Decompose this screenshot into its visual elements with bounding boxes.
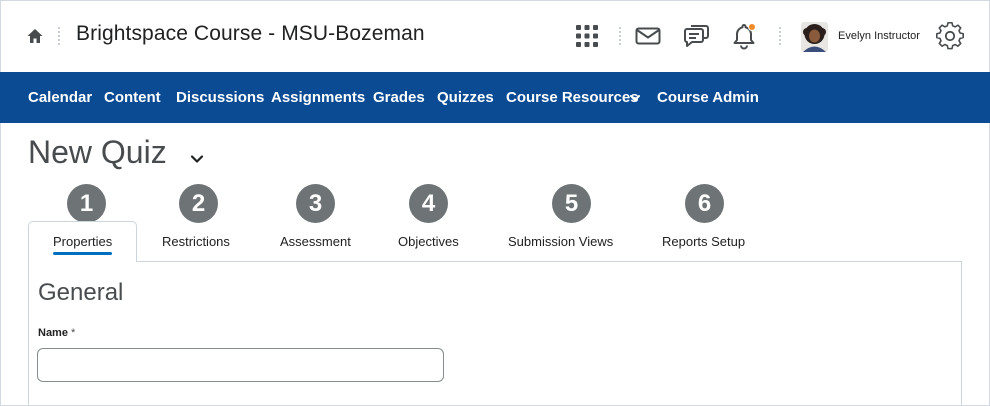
- course-navbar: Calendar Content Discussions Assignments…: [0, 72, 990, 123]
- user-name[interactable]: Evelyn Instructor: [838, 30, 920, 42]
- name-label-text: Name: [38, 327, 68, 339]
- mail-icon[interactable]: [634, 22, 662, 50]
- tab-properties-label[interactable]: Properties: [53, 234, 112, 249]
- step-badge: 1: [67, 184, 106, 223]
- step-badge: 6: [685, 184, 724, 223]
- settings-gear-icon[interactable]: [936, 22, 964, 50]
- step-badge: 4: [409, 184, 448, 223]
- step-badge: 2: [179, 184, 218, 223]
- header-divider: [619, 27, 621, 45]
- nav-item-discussions[interactable]: Discussions: [176, 89, 264, 106]
- tab-submission-views[interactable]: Submission Views: [508, 234, 613, 249]
- step-badge: 5: [552, 184, 591, 223]
- avatar[interactable]: [801, 22, 828, 52]
- home-icon[interactable]: [26, 27, 44, 45]
- chevron-down-icon[interactable]: [629, 94, 641, 102]
- tab-objectives[interactable]: Objectives: [398, 234, 459, 249]
- nav-item-content[interactable]: Content: [104, 89, 161, 106]
- chevron-down-icon[interactable]: [190, 154, 204, 164]
- top-header: Brightspace Course - MSU-Bozeman Evelyn …: [0, 0, 990, 72]
- header-divider: [58, 27, 60, 45]
- tab-reports-setup[interactable]: Reports Setup: [662, 234, 745, 249]
- page-title: New Quiz: [28, 134, 167, 170]
- chat-icon[interactable]: [682, 22, 710, 50]
- properties-panel: [28, 261, 962, 406]
- nav-item-quizzes[interactable]: Quizzes: [437, 89, 494, 106]
- nav-item-calendar[interactable]: Calendar: [28, 89, 92, 106]
- required-marker: *: [70, 327, 76, 339]
- app-grid-icon[interactable]: [573, 22, 601, 50]
- nav-item-course-admin[interactable]: Course Admin: [657, 89, 759, 106]
- nav-item-course-resources[interactable]: Course Resources: [506, 89, 639, 106]
- tab-assessment[interactable]: Assessment: [280, 234, 351, 249]
- name-input[interactable]: [37, 348, 444, 382]
- section-title: General: [38, 279, 124, 306]
- notification-dot: [748, 23, 756, 31]
- header-divider: [779, 27, 781, 45]
- course-title[interactable]: Brightspace Course - MSU-Bozeman: [76, 22, 425, 46]
- step-badge: 3: [296, 184, 335, 223]
- nav-item-grades[interactable]: Grades: [373, 89, 425, 106]
- nav-item-assignments[interactable]: Assignments: [271, 89, 365, 106]
- tab-restrictions[interactable]: Restrictions: [162, 234, 230, 249]
- active-tab-indicator: [53, 252, 112, 255]
- name-field-label: Name *: [38, 327, 75, 339]
